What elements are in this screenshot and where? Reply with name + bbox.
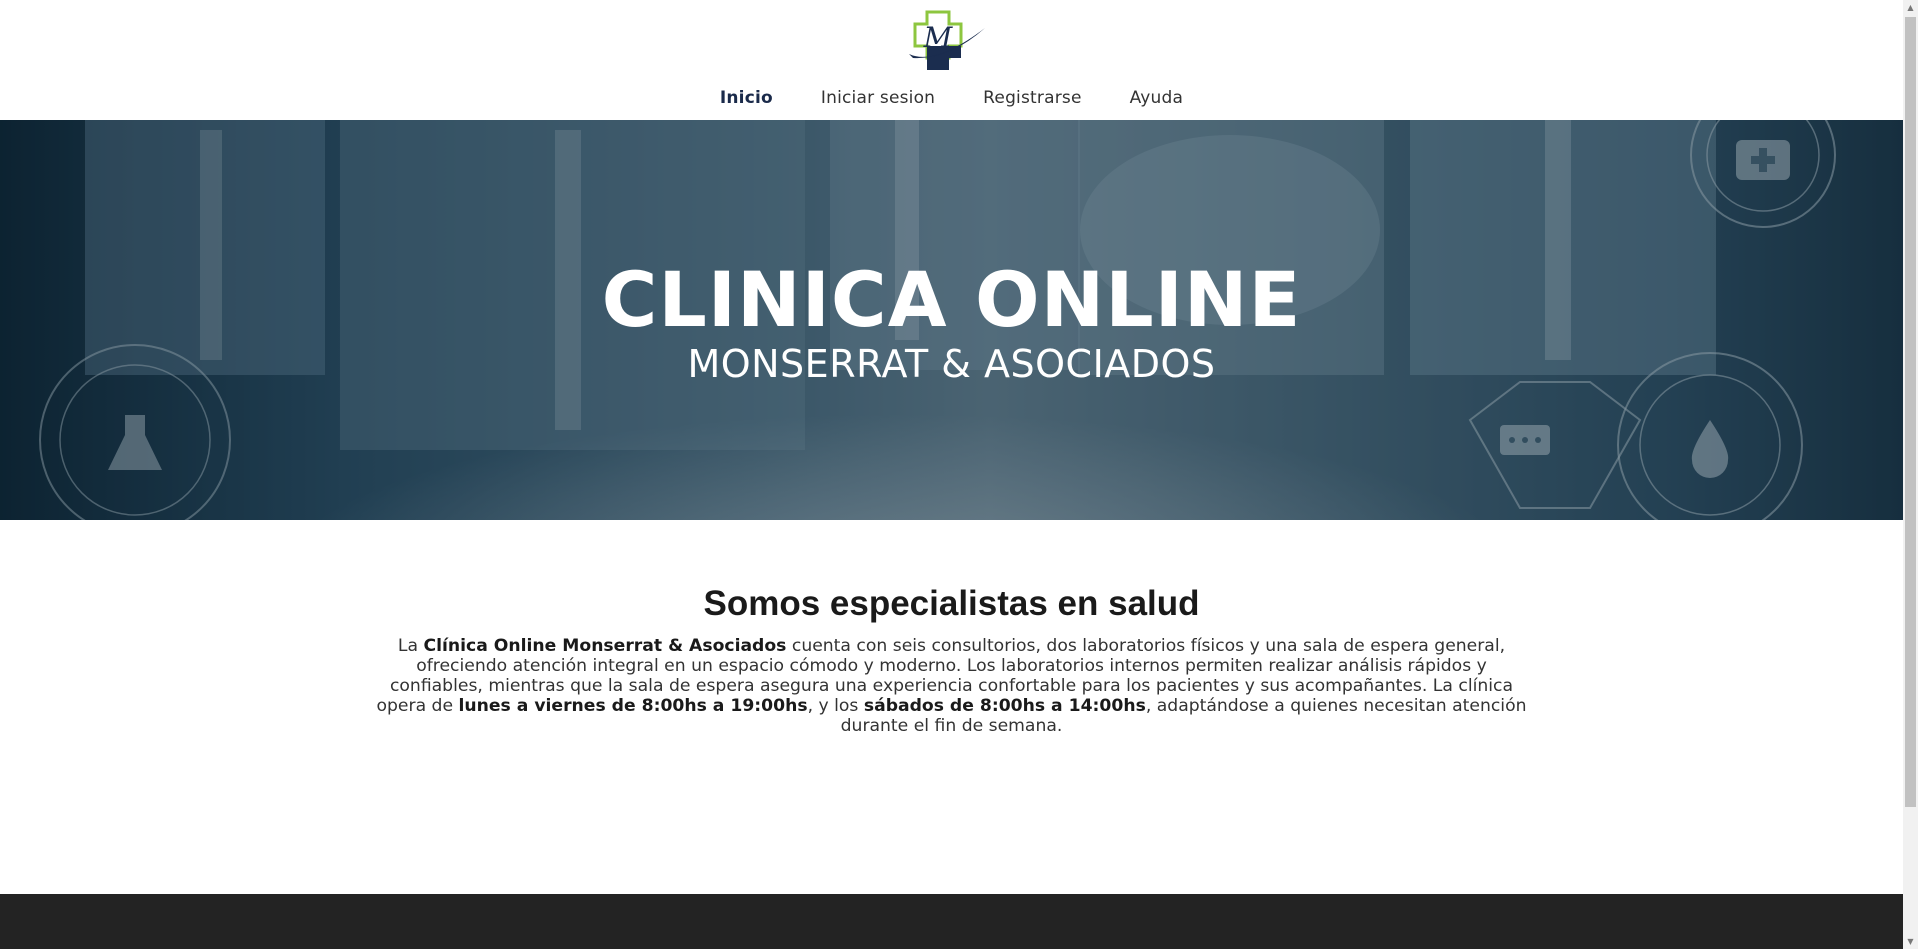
- hero-title: CLINICA ONLINE: [601, 255, 1302, 344]
- scroll-down-arrow-icon[interactable]: ▼: [1903, 934, 1918, 949]
- paragraph-text: La: [397, 636, 424, 656]
- nav-inicio[interactable]: Inicio: [720, 88, 773, 108]
- nav-ayuda[interactable]: Ayuda: [1130, 88, 1184, 108]
- scroll-thumb[interactable]: [1905, 17, 1916, 807]
- saturday-hours-bold: sábados de 8:00hs a 14:00hs: [863, 696, 1146, 716]
- intro-paragraph: La Clínica Online Monserrat & Asociados …: [372, 636, 1532, 736]
- nav-iniciar-sesion[interactable]: Iniciar sesion: [821, 88, 935, 108]
- hero-banner: CLINICA ONLINE MONSERRAT & ASOCIADOS: [0, 120, 1903, 520]
- paragraph-text: , y los: [807, 696, 864, 716]
- site-header: M Inicio Iniciar sesion Registrarse Ayud…: [0, 0, 1903, 120]
- page: M Inicio Iniciar sesion Registrarse Ayud…: [0, 0, 1903, 949]
- main-content: Somos especialistas en salud La Clínica …: [0, 584, 1903, 736]
- main-nav: Inicio Iniciar sesion Registrarse Ayuda: [0, 88, 1903, 108]
- weekday-hours-bold: lunes a viernes de 8:00hs a 19:00hs: [458, 696, 808, 716]
- page-scrollbar[interactable]: ▲ ▼: [1903, 0, 1918, 949]
- logo-letter: M: [923, 21, 954, 54]
- logo[interactable]: M: [905, 10, 989, 74]
- site-footer: [0, 894, 1903, 949]
- hero-subtitle: MONSERRAT & ASOCIADOS: [687, 342, 1216, 386]
- clinic-name-bold: Clínica Online Monserrat & Asociados: [423, 636, 787, 656]
- nav-registrarse[interactable]: Registrarse: [983, 88, 1081, 108]
- scroll-up-arrow-icon[interactable]: ▲: [1903, 0, 1918, 15]
- section-heading: Somos especialistas en salud: [703, 584, 1200, 623]
- logo-cross-icon: M: [909, 10, 985, 70]
